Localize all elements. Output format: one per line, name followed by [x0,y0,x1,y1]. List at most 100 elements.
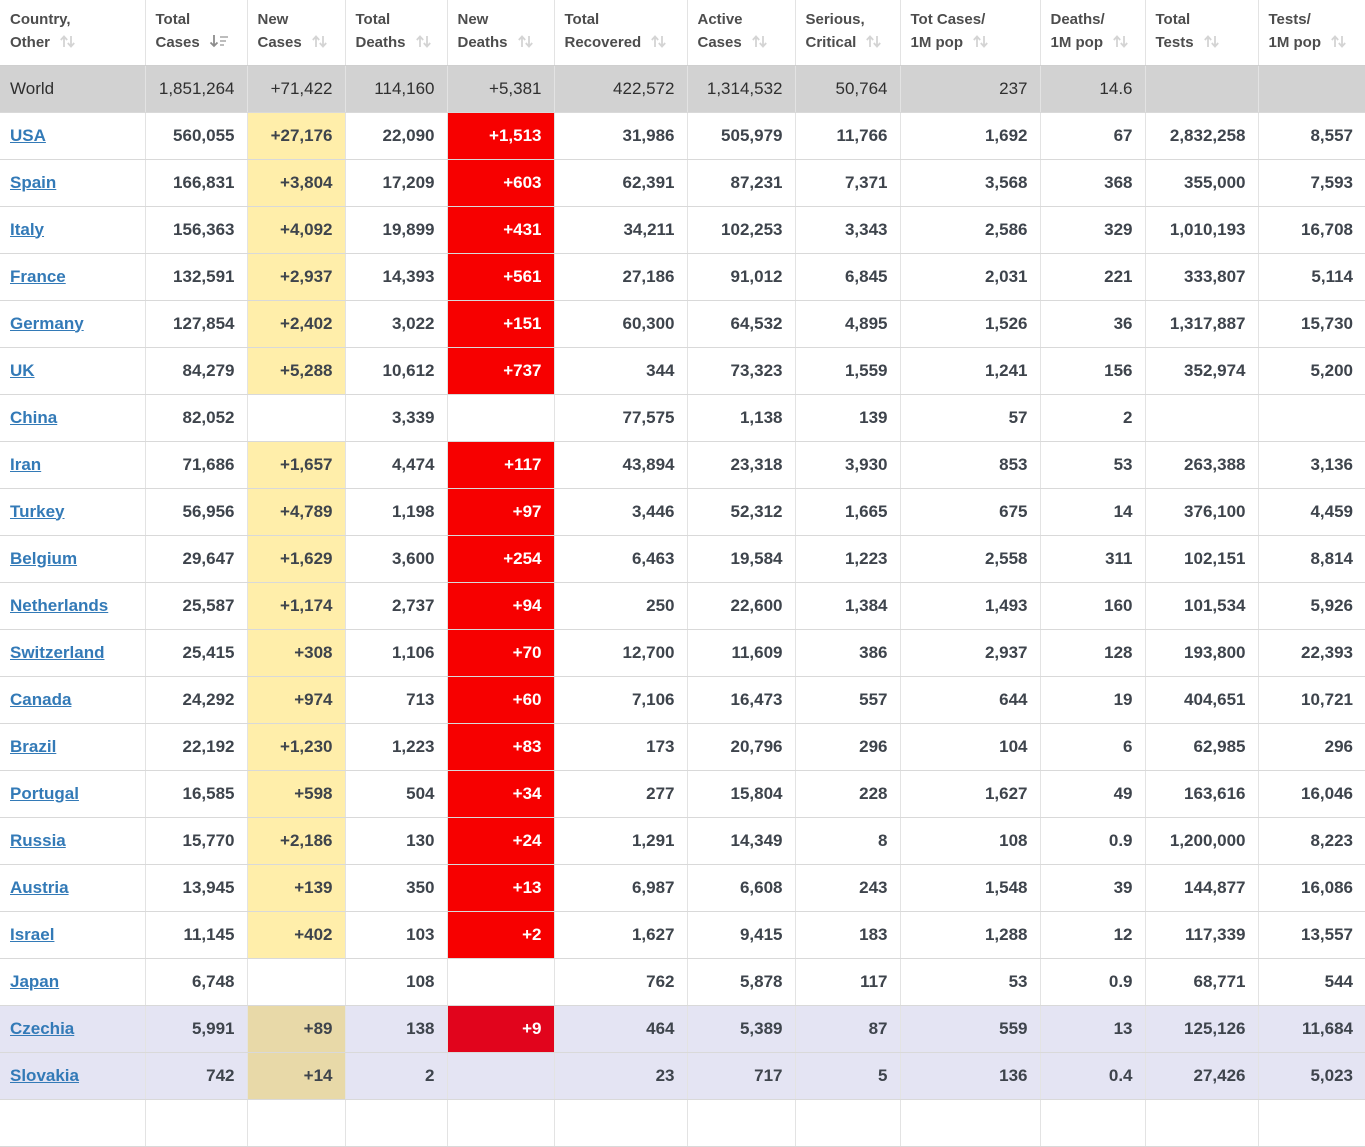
table-row: Iran71,686+1,6574,474+11743,89423,3183,9… [0,441,1365,488]
sort-both-icon[interactable] [59,34,76,49]
value-cell: 25,587 [145,582,247,629]
country-link-israel[interactable]: Israel [10,925,54,944]
sort-both-icon[interactable] [1112,34,1129,49]
table-row: Israel11,145+402103+21,6279,4151831,2881… [0,911,1365,958]
column-header-deaths[interactable]: NewDeaths [447,0,554,65]
value-cell: 6,845 [795,253,900,300]
column-header-line1: Tests/ [1269,11,1311,28]
country-link-china[interactable]: China [10,408,57,427]
new-cases-cell: +598 [247,770,345,817]
column-header-1m-pop[interactable]: Tot Cases/1M pop [900,0,1040,65]
sort-both-icon[interactable] [650,34,667,49]
column-header-critical[interactable]: Serious,Critical [795,0,900,65]
table-row: Russia15,770+2,186130+241,29114,34981080… [0,817,1365,864]
value-cell [1040,1099,1145,1146]
value-cell: 52,312 [687,488,795,535]
value-cell: 156 [1040,347,1145,394]
country-link-czechia[interactable]: Czechia [10,1019,74,1038]
column-header-cases[interactable]: NewCases [247,0,345,65]
country-link-portugal[interactable]: Portugal [10,784,79,803]
value-cell: 422,572 [554,65,687,112]
value-cell: 6 [1040,723,1145,770]
value-cell: 22,090 [345,112,447,159]
value-cell: 2 [1040,394,1145,441]
value-cell [247,394,345,441]
country-link-brazil[interactable]: Brazil [10,737,56,756]
value-cell: 5,389 [687,1005,795,1052]
sort-both-icon[interactable] [751,34,768,49]
new-deaths-cell: +97 [447,488,554,535]
country-link-netherlands[interactable]: Netherlands [10,596,108,615]
country-link-spain[interactable]: Spain [10,173,56,192]
column-header-other[interactable]: Country,Other [0,0,145,65]
column-header-1m-pop[interactable]: Deaths/1M pop [1040,0,1145,65]
value-cell: 2,586 [900,206,1040,253]
country-link-russia[interactable]: Russia [10,831,66,850]
column-header-1m-pop[interactable]: Tests/1M pop [1258,0,1365,65]
country-link-canada[interactable]: Canada [10,690,71,709]
country-link-austria[interactable]: Austria [10,878,69,897]
value-cell: 355,000 [1145,159,1258,206]
sort-both-icon[interactable] [1330,34,1347,49]
new-deaths-cell: +151 [447,300,554,347]
country-cell: Belgium [0,535,145,582]
column-header-line1: Serious, [806,11,865,28]
column-header-tests[interactable]: TotalTests [1145,0,1258,65]
country-link-japan[interactable]: Japan [10,972,59,991]
sort-both-icon[interactable] [415,34,432,49]
country-link-italy[interactable]: Italy [10,220,44,239]
table-row: Netherlands25,587+1,1742,737+9425022,600… [0,582,1365,629]
value-cell: 1,241 [900,347,1040,394]
value-cell: 16,585 [145,770,247,817]
country-link-usa[interactable]: USA [10,126,46,145]
value-cell: 108 [345,958,447,1005]
table-row: Canada24,292+974713+607,10616,4735576441… [0,676,1365,723]
value-cell: 1,627 [554,911,687,958]
country-cell: Canada [0,676,145,723]
table-row: France132,591+2,93714,393+56127,18691,01… [0,253,1365,300]
sort-both-icon[interactable] [1203,34,1220,49]
new-deaths-cell: +83 [447,723,554,770]
sort-both-icon[interactable] [865,34,882,49]
value-cell: 31,986 [554,112,687,159]
country-link-belgium[interactable]: Belgium [10,549,77,568]
new-cases-cell: +1,230 [247,723,345,770]
table-row: Japan6,7481087625,878117530.968,771544 [0,958,1365,1005]
value-cell: 2,558 [900,535,1040,582]
value-cell: 277 [554,770,687,817]
value-cell: 25,415 [145,629,247,676]
sort-both-icon[interactable] [972,34,989,49]
column-header-deaths[interactable]: TotalDeaths [345,0,447,65]
country-link-turkey[interactable]: Turkey [10,502,65,521]
new-cases-cell: +2,937 [247,253,345,300]
value-cell: 368 [1040,159,1145,206]
value-cell: 183 [795,911,900,958]
column-header-line1: Country, [10,11,71,28]
country-link-iran[interactable]: Iran [10,455,41,474]
table-row-partial [0,1099,1365,1146]
value-cell: 1,288 [900,911,1040,958]
value-cell [0,1099,145,1146]
sort-both-icon[interactable] [311,34,328,49]
country-link-uk[interactable]: UK [10,361,35,380]
value-cell: 5,114 [1258,253,1365,300]
value-cell: 0.9 [1040,817,1145,864]
value-cell: 742 [145,1052,247,1099]
value-cell: 139 [795,394,900,441]
column-header-cases[interactable]: TotalCases [145,0,247,65]
value-cell: 263,388 [1145,441,1258,488]
country-link-slovakia[interactable]: Slovakia [10,1066,79,1085]
sort-desc-icon[interactable] [209,34,228,49]
value-cell: 12,700 [554,629,687,676]
column-header-line2: 1M pop [1269,34,1322,51]
column-header-cases[interactable]: ActiveCases [687,0,795,65]
value-cell: 544 [1258,958,1365,1005]
value-cell: 22,600 [687,582,795,629]
column-header-recovered[interactable]: TotalRecovered [554,0,687,65]
table-row: USA560,055+27,17622,090+1,51331,986505,9… [0,112,1365,159]
country-cell: Austria [0,864,145,911]
country-link-switzerland[interactable]: Switzerland [10,643,104,662]
sort-both-icon[interactable] [517,34,534,49]
country-link-germany[interactable]: Germany [10,314,84,333]
country-link-france[interactable]: France [10,267,66,286]
